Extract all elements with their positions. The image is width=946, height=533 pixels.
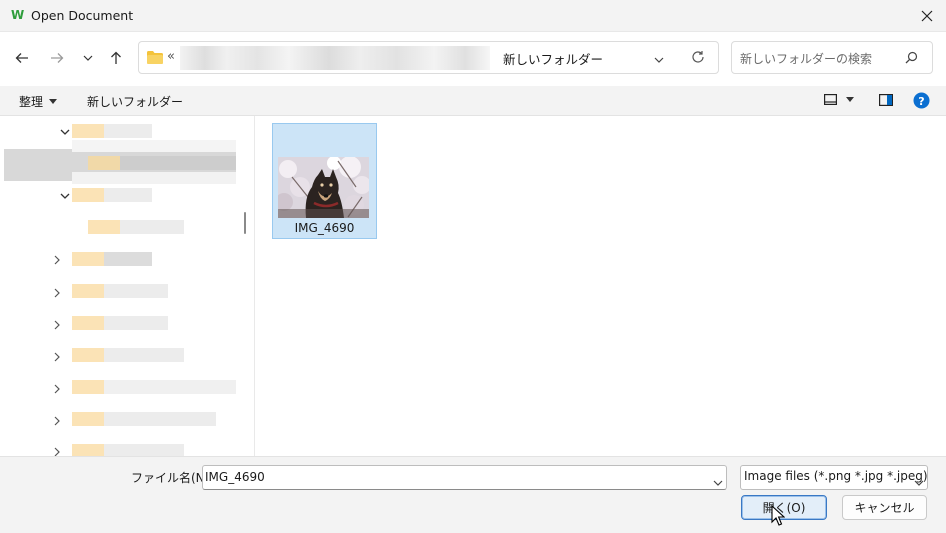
refresh-icon — [692, 51, 704, 63]
tree-item-label[interactable] — [120, 220, 184, 234]
filename-dropdown-button[interactable] — [713, 475, 723, 489]
tree-folder-icon — [72, 348, 104, 362]
tree-folder-icon — [72, 284, 104, 298]
breadcrumb-overflow[interactable]: « — [167, 49, 175, 64]
tree-collapse-chevron-icon[interactable] — [51, 383, 63, 395]
up-button[interactable] — [103, 45, 129, 71]
tree-item-label[interactable] — [104, 380, 236, 394]
tree-expand-chevron-icon[interactable] — [59, 190, 71, 202]
tree-item-label[interactable] — [104, 444, 184, 456]
close-button[interactable] — [912, 0, 942, 32]
chevron-down-icon — [713, 480, 723, 486]
pane-splitter[interactable] — [254, 116, 255, 456]
chevron-down-icon — [83, 55, 93, 61]
tree-item-label — [72, 140, 236, 152]
close-icon — [921, 10, 933, 22]
new-folder-button[interactable]: 新しいフォルダー — [87, 93, 183, 110]
tree-item-label[interactable] — [104, 316, 168, 330]
search-button[interactable] — [905, 51, 918, 67]
tree-folder-icon — [72, 316, 104, 330]
view-icon — [824, 94, 837, 105]
tree-item-label[interactable] — [104, 284, 168, 298]
tree-item-label — [72, 172, 236, 184]
app-logo-icon: W — [11, 8, 25, 22]
help-icon: ? — [913, 92, 930, 109]
help-button[interactable]: ? — [913, 92, 930, 112]
tree-collapse-chevron-icon[interactable] — [51, 254, 63, 266]
caret-down-icon — [846, 97, 854, 102]
tree-collapse-chevron-icon[interactable] — [51, 319, 63, 331]
tree-scrollbar[interactable] — [244, 212, 246, 234]
address-dropdown-button[interactable] — [654, 52, 664, 66]
file-name-label: IMG_4690 — [294, 221, 355, 235]
search-input[interactable]: 新しいフォルダーの検索 — [740, 50, 872, 67]
forward-arrow-icon — [51, 53, 64, 63]
tree-folder-icon — [72, 252, 104, 266]
back-arrow-icon — [15, 53, 28, 63]
recent-locations-button[interactable] — [75, 45, 101, 71]
preview-pane-button[interactable] — [879, 94, 894, 109]
tree-item-label[interactable] — [120, 156, 236, 170]
dog-photo-thumbnail — [278, 157, 369, 218]
forward-button[interactable] — [44, 45, 70, 71]
preview-pane-icon — [879, 94, 894, 107]
title-bar — [0, 0, 946, 32]
tree-folder-icon — [72, 444, 104, 456]
tree-folder-icon — [72, 412, 104, 426]
breadcrumb-hidden-path — [180, 46, 490, 70]
chevron-down-icon — [914, 480, 924, 486]
file-type-dropdown-button[interactable] — [914, 475, 924, 489]
search-icon — [905, 51, 918, 64]
refresh-button[interactable] — [691, 50, 705, 67]
svg-text:?: ? — [918, 95, 924, 108]
file-type-value[interactable]: Image files (*.png *.jpg *.jpeg) — [744, 469, 928, 483]
tree-item-label[interactable] — [104, 412, 216, 426]
organize-menu-button[interactable]: 整理 — [19, 93, 58, 110]
caret-down-icon — [49, 99, 58, 104]
tree-collapse-chevron-icon[interactable] — [51, 351, 63, 363]
breadcrumb-current-folder[interactable]: 新しいフォルダー — [503, 49, 603, 68]
tree-item-label[interactable] — [104, 348, 184, 362]
tree-item-label[interactable] — [104, 252, 152, 266]
tree-collapse-chevron-icon[interactable] — [51, 415, 63, 427]
tree-collapse-chevron-icon[interactable] — [51, 287, 63, 299]
tree-expand-chevron-icon[interactable] — [59, 126, 71, 138]
folder-icon — [147, 51, 163, 64]
tree-folder-icon — [72, 380, 104, 394]
tree-item-label[interactable] — [104, 124, 152, 138]
window-title: Open Document — [31, 8, 134, 23]
image-thumbnail — [278, 157, 369, 218]
filename-value[interactable]: IMG_4690 — [205, 470, 265, 484]
filename-input[interactable] — [202, 465, 727, 490]
organize-label: 整理 — [19, 95, 44, 109]
back-button[interactable] — [9, 45, 35, 71]
up-arrow-icon — [111, 51, 121, 64]
mouse-cursor-icon — [771, 505, 785, 526]
tree-item-label[interactable] — [104, 188, 152, 202]
cancel-button[interactable]: キャンセル — [842, 495, 927, 520]
tree-folder-icon — [88, 156, 120, 170]
chevron-down-icon — [654, 57, 664, 63]
tree-folder-icon — [72, 188, 104, 202]
tree-folder-icon — [72, 124, 104, 138]
tree-folder-icon — [88, 220, 120, 234]
view-mode-button[interactable] — [824, 94, 854, 105]
